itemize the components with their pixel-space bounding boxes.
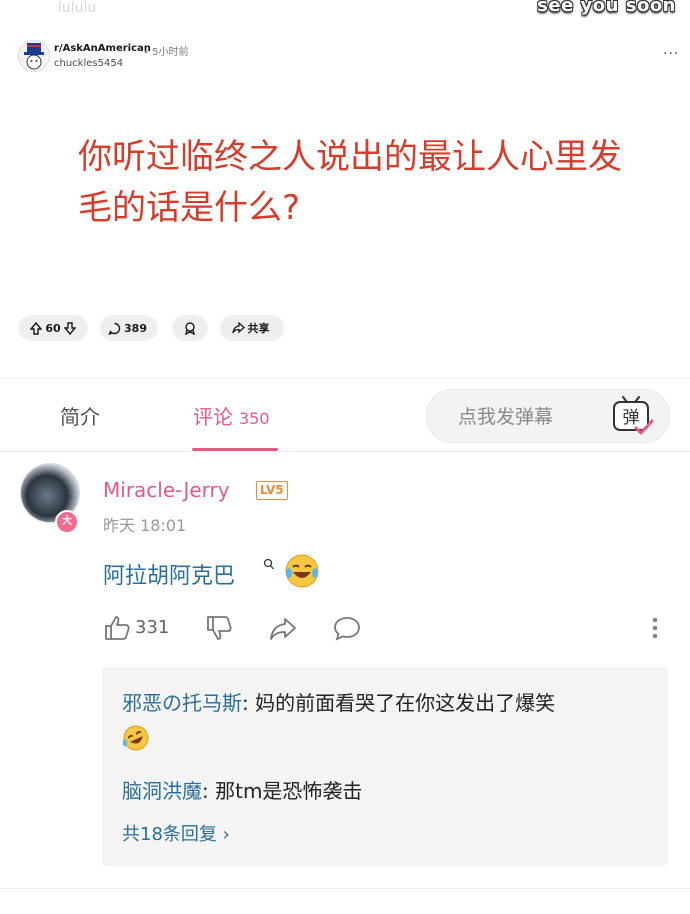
danmaku-placeholder: 点我发弹幕	[458, 406, 554, 428]
reply-item[interactable]: 邪恶の托马斯: 妈的前面看哭了在你这发出了爆笑	[122, 688, 652, 718]
tab-comments-label: 评论	[193, 405, 233, 429]
reply-separator: :	[202, 779, 216, 803]
level-badge: LV5	[256, 481, 288, 500]
award-icon	[185, 322, 195, 335]
comment-bubble-icon	[108, 322, 121, 335]
comment-username[interactable]: Miracle-Jerry	[103, 478, 230, 502]
watermark: lululu	[58, 0, 97, 16]
comment-time: 昨天 18:01	[103, 516, 187, 535]
divider	[0, 888, 690, 889]
post-author[interactable]: chuckles5454	[54, 58, 123, 69]
vote-pill[interactable]: 60	[18, 315, 88, 341]
reply-username[interactable]: 邪恶の托马斯	[122, 691, 242, 715]
share-label: 共享	[247, 322, 270, 335]
share-pill[interactable]: 共享	[220, 315, 284, 341]
tab-comments-count: 350	[239, 409, 270, 428]
reply-icon[interactable]	[332, 614, 362, 642]
vip-badge: 大	[55, 510, 79, 534]
reply-text: 妈的前面看哭了在你这发出了爆笑	[255, 691, 556, 715]
comment-text[interactable]: 阿拉胡阿克巴	[103, 558, 235, 590]
like-icon[interactable]	[103, 614, 131, 642]
tab-intro[interactable]: 简介	[60, 401, 100, 430]
upvote-icon[interactable]	[30, 321, 43, 335]
video-caption: see you soon	[537, 0, 676, 16]
more-options-icon[interactable]	[648, 615, 662, 641]
share-arrow-icon	[231, 322, 245, 334]
post-title: 你听过临终之人说出的最让人心里发毛的话是什么?	[78, 137, 622, 228]
award-pill[interactable]	[172, 315, 208, 341]
rofl-emoji-icon	[121, 723, 151, 753]
share-icon[interactable]	[268, 614, 298, 642]
subreddit-name[interactable]: r/AskAnAmerican	[54, 43, 151, 54]
comments-pill[interactable]: 389	[100, 315, 158, 341]
reply-item[interactable]: 脑洞洪魔: 那tm是恐怖袭击	[122, 775, 362, 804]
downvote-icon[interactable]	[63, 321, 76, 335]
post-time: • 5小时前	[143, 47, 189, 58]
laughing-crying-emoji-icon	[283, 552, 321, 590]
danmaku-icon-char: 弹	[623, 408, 640, 428]
view-all-replies-link[interactable]: 共18条回复 ›	[122, 820, 230, 846]
search-icon[interactable]	[263, 558, 275, 575]
dislike-icon[interactable]	[205, 614, 233, 642]
tab-comments[interactable]: 评论 350	[193, 401, 270, 430]
reply-username[interactable]: 脑洞洪魔	[122, 779, 202, 803]
comment-count: 389	[124, 321, 147, 335]
divider	[0, 451, 690, 452]
subreddit-avatar	[18, 40, 50, 72]
vote-count: 60	[45, 321, 61, 335]
more-options-icon[interactable]: ···	[663, 46, 679, 62]
like-count: 331	[135, 617, 170, 638]
reply-separator: :	[242, 691, 256, 715]
danmaku-toggle-icon[interactable]: 弹	[606, 392, 656, 438]
reply-text: 那tm是恐怖袭击	[215, 779, 363, 803]
